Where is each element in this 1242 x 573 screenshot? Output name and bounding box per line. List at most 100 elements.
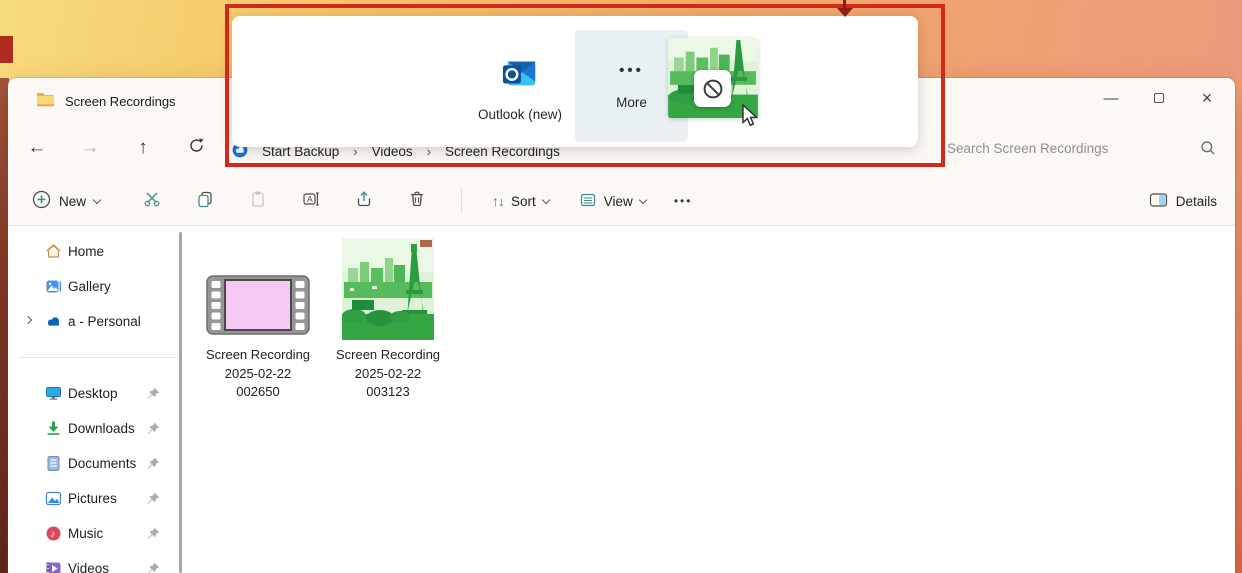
window-body: Home Gallery [8, 226, 1235, 573]
outlook-icon [501, 54, 539, 97]
cut-button[interactable] [134, 183, 170, 219]
green-city-thumbnail [342, 238, 434, 345]
music-icon: ♪ [45, 525, 62, 542]
wallpaper-right-strip [1234, 78, 1242, 573]
close-button[interactable]: × [1183, 78, 1231, 118]
view-button-label: View [604, 194, 633, 209]
sidebar-item-home[interactable]: Home [8, 234, 188, 269]
sort-button[interactable]: ↑↓ Sort [492, 193, 549, 209]
sidebar-item-label: Videos [68, 561, 109, 573]
sidebar-item-label: Desktop [68, 386, 118, 401]
paste-button[interactable] [240, 183, 276, 219]
window-title: Screen Recordings [65, 94, 176, 109]
gallery-icon [45, 278, 62, 295]
sort-button-label: Sort [511, 194, 536, 209]
maximize-icon [1154, 93, 1164, 103]
copy-button[interactable] [187, 183, 223, 219]
share-icon [355, 190, 373, 213]
videos-icon [45, 560, 62, 573]
sidebar-item-downloads[interactable]: Downloads [8, 411, 188, 446]
toolbar-divider [461, 189, 462, 213]
file-name: Screen Recording 2025-02-22 003123 [336, 346, 440, 402]
pin-icon [146, 457, 160, 471]
file-item[interactable]: Screen Recording 2025-02-22 002650 [200, 236, 316, 573]
sidebar-divider [18, 357, 178, 358]
svg-text:A: A [307, 193, 313, 203]
pin-icon [146, 422, 160, 436]
sidebar-item-label: a - Personal [68, 314, 141, 329]
file-item[interactable]: Screen Recording 2025-02-22 003123 [330, 236, 446, 573]
new-button-label: New [59, 194, 86, 209]
details-pane-icon [1149, 192, 1168, 211]
share-button[interactable] [346, 183, 382, 219]
share-target-label: Outlook (new) [478, 107, 562, 122]
share-flyout: Outlook (new) ••• More [232, 16, 918, 147]
refresh-icon [188, 137, 205, 160]
window-controls: — × [1087, 78, 1231, 118]
pictures-icon [45, 490, 62, 507]
video-film-strip-thumbnail [206, 275, 310, 340]
sidebar-item-label: Gallery [68, 279, 111, 294]
sidebar-item-label: Music [68, 526, 103, 541]
pin-icon [146, 387, 160, 401]
delete-button[interactable] [399, 183, 435, 219]
home-icon [45, 243, 62, 260]
svg-text:♪: ♪ [50, 529, 55, 540]
maximize-button[interactable] [1135, 78, 1183, 118]
command-toolbar: New [8, 172, 1235, 225]
chevron-right-icon[interactable] [25, 320, 35, 323]
downloads-icon [45, 420, 62, 437]
details-button[interactable]: Details [1149, 172, 1217, 225]
scissors-icon [143, 190, 161, 213]
rename-button[interactable]: A [293, 183, 329, 219]
pin-icon [146, 492, 160, 506]
sidebar-item-label: Documents [68, 456, 136, 471]
sidebar-item-label: Home [68, 244, 104, 259]
documents-icon [45, 455, 62, 472]
copy-icon [196, 190, 214, 213]
sidebar-scrollbar[interactable] [179, 232, 182, 573]
desktop-icon [45, 385, 62, 402]
sidebar-item-music[interactable]: ♪ Music [8, 516, 188, 551]
file-grid: Screen Recording 2025-02-22 002650 [188, 226, 1235, 573]
sidebar-item-gallery[interactable]: Gallery [8, 269, 188, 304]
view-button[interactable]: View [579, 191, 646, 212]
sidebar-item-videos[interactable]: Videos [8, 551, 188, 573]
window-tab[interactable]: Screen Recordings [8, 92, 176, 110]
sidebar-item-onedrive-personal[interactable]: a - Personal [8, 304, 188, 339]
sidebar-item-label: Downloads [68, 421, 135, 436]
minimize-button[interactable]: — [1087, 78, 1135, 118]
sidebar-item-pictures[interactable]: Pictures [8, 481, 188, 516]
share-target-outlook[interactable]: Outlook (new) [460, 16, 580, 147]
mouse-cursor-icon [742, 104, 762, 133]
explorer-window: Screen Recordings — × ← → ↑ [8, 78, 1235, 573]
sidebar-item-desktop[interactable]: Desktop [8, 376, 188, 411]
sort-arrows-icon: ↑↓ [492, 193, 504, 209]
search-icon[interactable] [1193, 140, 1223, 156]
file-name: Screen Recording 2025-02-22 002650 [206, 346, 310, 402]
forward-button[interactable]: → [70, 130, 110, 166]
trash-icon [408, 190, 426, 213]
rename-icon: A [302, 190, 320, 213]
search-input[interactable] [947, 141, 1193, 156]
refresh-button[interactable] [176, 130, 216, 166]
chevron-down-icon [93, 195, 101, 203]
search-box [947, 131, 1223, 165]
pin-icon [146, 562, 160, 573]
paste-icon [249, 190, 267, 213]
wallpaper-red-patch [0, 36, 13, 63]
details-button-label: Details [1176, 194, 1217, 209]
share-more-label: More [616, 95, 647, 110]
back-button[interactable]: ← [17, 130, 57, 166]
up-button[interactable]: ↑ [123, 130, 163, 166]
pin-icon [146, 527, 160, 541]
new-button[interactable]: New [32, 190, 100, 212]
drop-not-allowed-badge [694, 70, 731, 107]
view-icon [579, 191, 597, 212]
sidebar-item-label: Pictures [68, 491, 117, 506]
toolbar-more-button[interactable]: ••• [674, 194, 693, 208]
ellipsis-icon: ••• [619, 62, 644, 79]
chevron-down-icon [639, 195, 647, 203]
chevron-down-icon [542, 195, 550, 203]
sidebar-item-documents[interactable]: Documents [8, 446, 188, 481]
